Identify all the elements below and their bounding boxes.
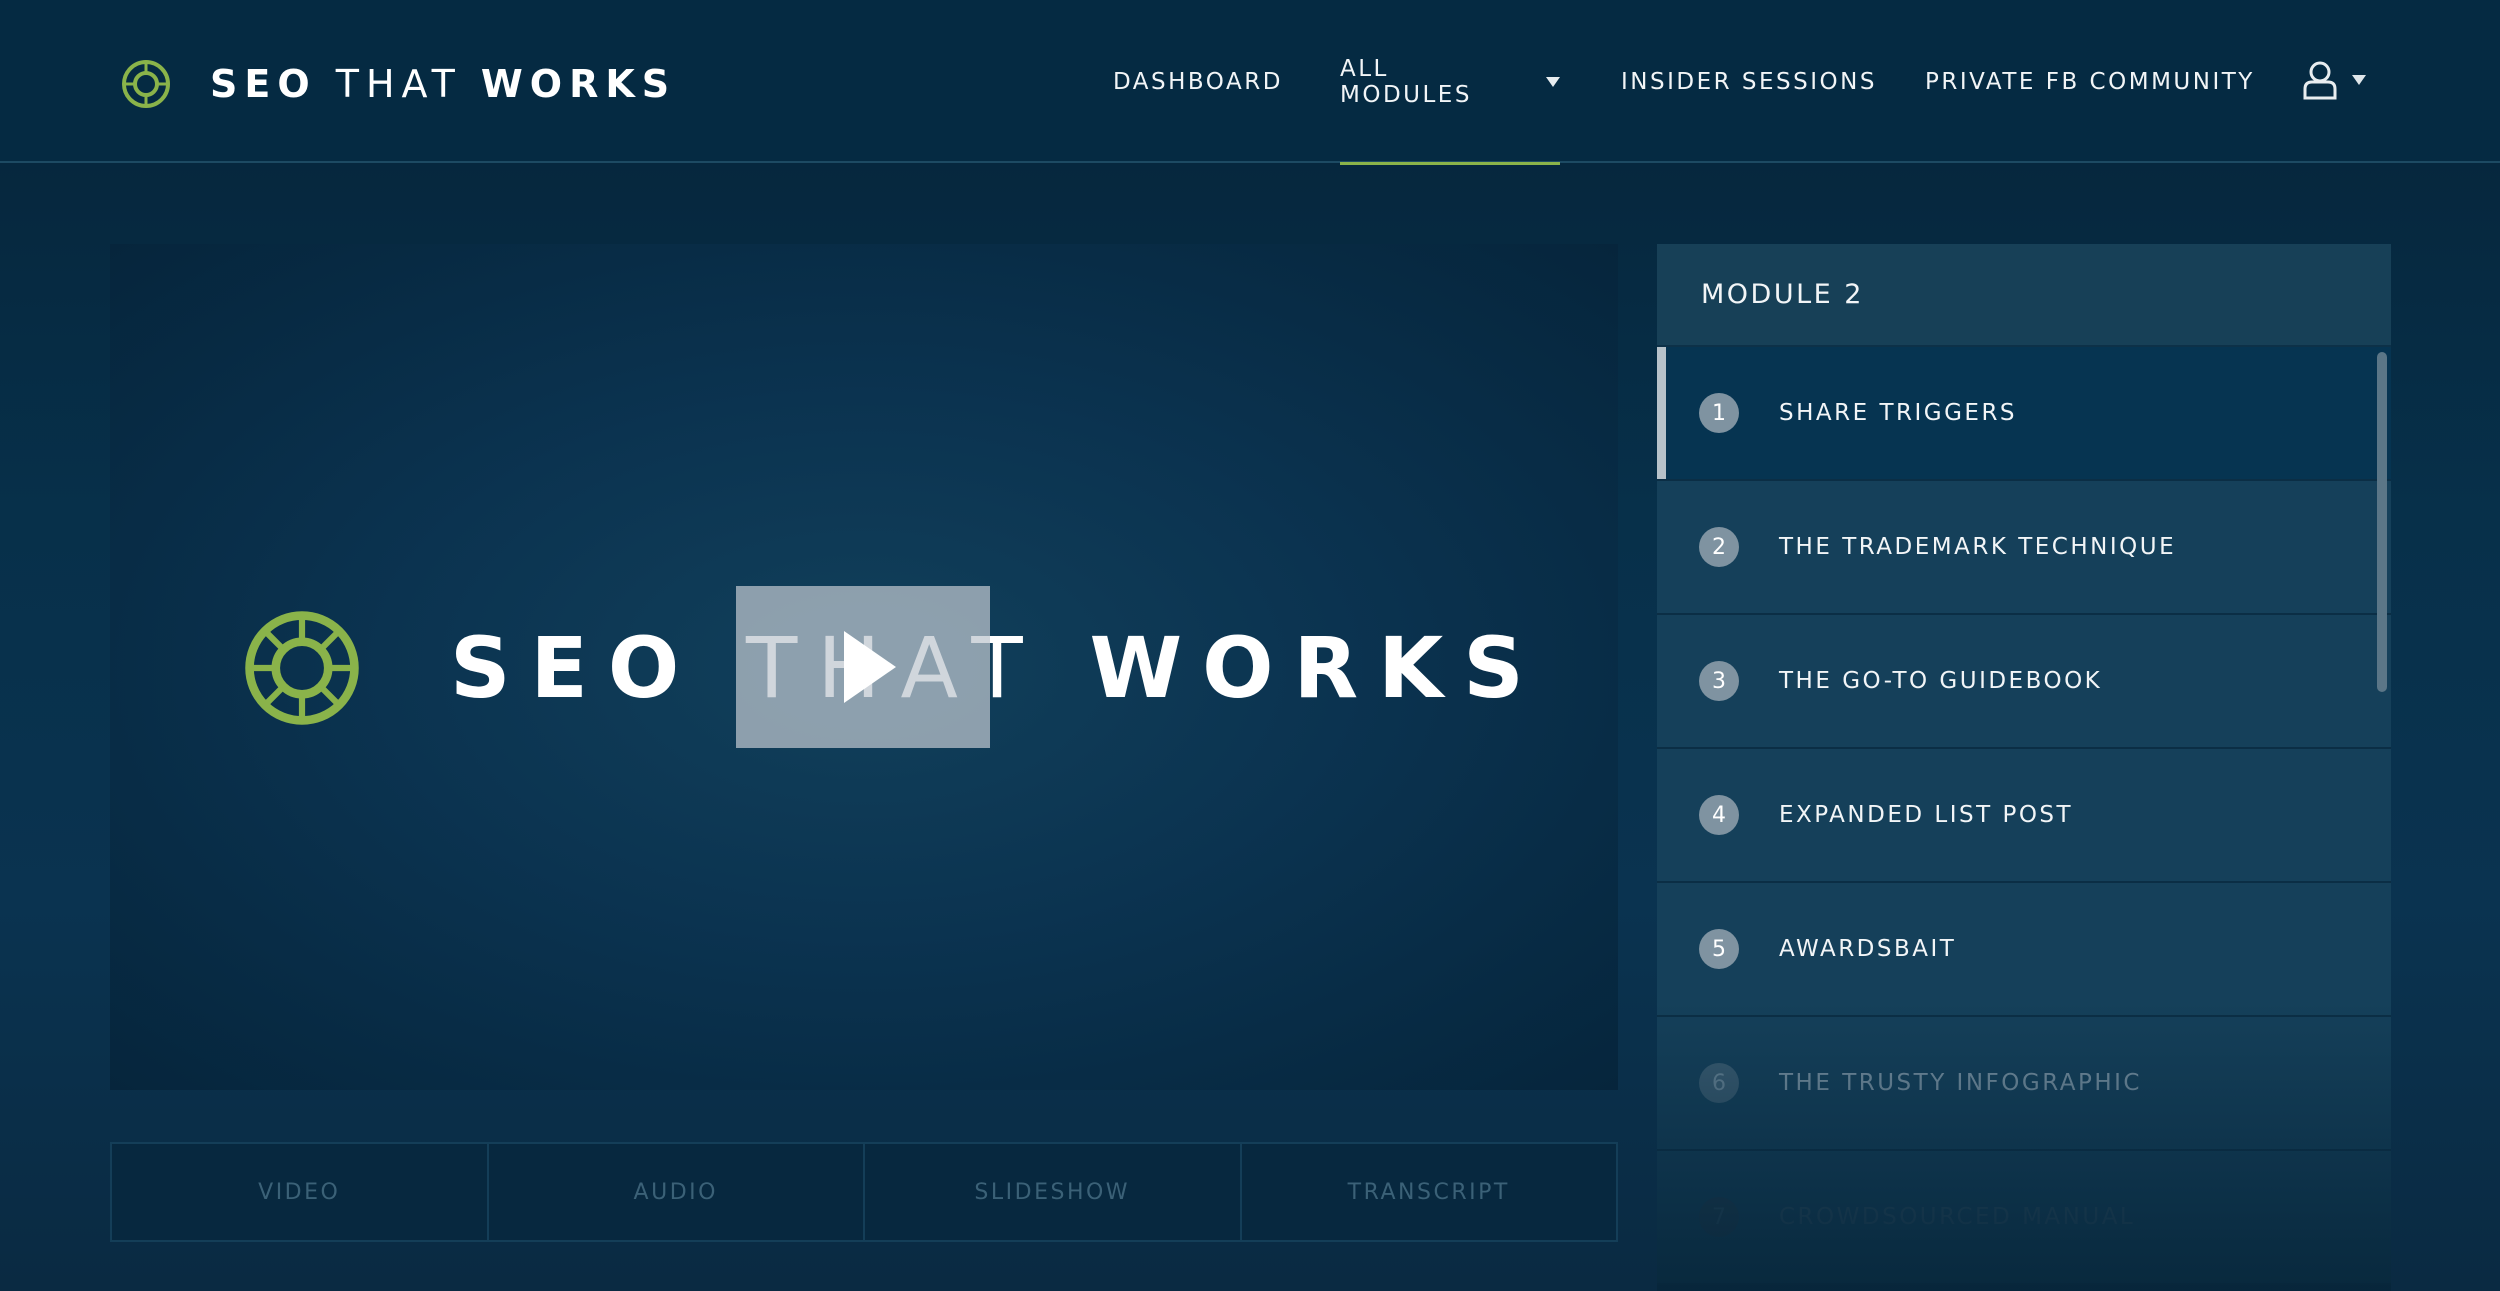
video-poster-title: SEO THAT WORKS <box>450 619 1544 717</box>
logo-word-3: WORKS <box>480 62 677 106</box>
page: SEO THAT WORKS DASHBOARD ALL MODULES INS… <box>0 0 2500 1291</box>
lesson-number: 3 <box>1699 661 1739 701</box>
logo-word-1: SEO <box>210 62 317 106</box>
media-tabs: VIDEO AUDIO SLIDESHOW TRANSCRIPT <box>110 1142 1618 1242</box>
play-button[interactable] <box>736 586 990 748</box>
chevron-down-icon <box>2352 75 2366 85</box>
lesson-item-share-triggers[interactable]: 1 SHARE TRIGGERS <box>1657 347 2391 481</box>
site-logo-text: SEO THAT WORKS <box>210 62 676 106</box>
lesson-title: THE GO-TO GUIDEBOOK <box>1779 668 2103 694</box>
lifebuoy-logo-icon <box>245 611 359 725</box>
lesson-item-crowdsourced-manual[interactable]: 7 CROWDSOURCED MANUAL <box>1657 1151 2391 1285</box>
poster-word-1: SEO <box>450 619 700 717</box>
lesson-item-go-to-guidebook[interactable]: 3 THE GO-TO GUIDEBOOK <box>1657 615 2391 749</box>
nav-all-modules[interactable]: ALL MODULES <box>1340 0 1560 165</box>
sidebar-scrollbar[interactable] <box>2377 352 2387 692</box>
poster-word-3: WORKS <box>1089 619 1544 717</box>
lesson-title: SHARE TRIGGERS <box>1779 400 2018 426</box>
nav-dashboard-label: DASHBOARD <box>1113 68 1283 95</box>
lesson-sidebar: MODULE 2 1 SHARE TRIGGERS 2 THE TRADEMAR… <box>1657 244 2391 1291</box>
top-navbar: SEO THAT WORKS DASHBOARD ALL MODULES INS… <box>0 0 2500 165</box>
nav-all-modules-label: ALL MODULES <box>1340 55 1472 108</box>
tab-video[interactable]: VIDEO <box>112 1144 489 1240</box>
user-icon <box>2303 61 2337 100</box>
lesson-number: 5 <box>1699 929 1739 969</box>
chevron-down-icon <box>1546 76 1560 87</box>
lesson-number: 1 <box>1699 393 1739 433</box>
video-player[interactable]: SEO THAT WORKS <box>110 244 1618 1090</box>
user-menu[interactable] <box>2302 60 2366 100</box>
lesson-title: EXPANDED LIST POST <box>1779 802 2074 828</box>
nav-insider-sessions[interactable]: INSIDER SESSIONS <box>1621 0 1881 163</box>
lesson-item-expanded-list-post[interactable]: 4 EXPANDED LIST POST <box>1657 749 2391 883</box>
nav-dashboard[interactable]: DASHBOARD <box>1113 0 1353 163</box>
lesson-number: 6 <box>1699 1063 1739 1103</box>
nav-private-fb-community[interactable]: PRIVATE FB COMMUNITY <box>1925 0 2265 163</box>
logo-word-2: THAT <box>335 62 462 106</box>
nav-insider-sessions-label: INSIDER SESSIONS <box>1621 68 1877 95</box>
lifebuoy-logo-icon <box>122 60 170 108</box>
lesson-number: 2 <box>1699 527 1739 567</box>
lesson-title: AWARDSBAIT <box>1779 936 1957 962</box>
site-logo[interactable]: SEO THAT WORKS <box>120 58 676 110</box>
lesson-number: 4 <box>1699 795 1739 835</box>
tab-audio[interactable]: AUDIO <box>489 1144 865 1240</box>
lesson-title: THE TRUSTY INFOGRAPHIC <box>1779 1070 2142 1096</box>
sidebar-scrollbar-thumb[interactable] <box>2377 352 2387 692</box>
lesson-title: THE TRADEMARK TECHNIQUE <box>1779 534 2177 560</box>
tab-slideshow[interactable]: SLIDESHOW <box>865 1144 1242 1240</box>
lesson-item-trademark-technique[interactable]: 2 THE TRADEMARK TECHNIQUE <box>1657 481 2391 615</box>
nav-private-fb-community-label: PRIVATE FB COMMUNITY <box>1925 68 2255 95</box>
tab-transcript[interactable]: TRANSCRIPT <box>1242 1144 1617 1240</box>
lesson-number: 7 <box>1699 1197 1739 1237</box>
lesson-item-awardsbait[interactable]: 5 AWARDSBAIT <box>1657 883 2391 1017</box>
lesson-title: CROWDSOURCED MANUAL <box>1779 1204 2136 1230</box>
lesson-item-trusty-infographic[interactable]: 6 THE TRUSTY INFOGRAPHIC <box>1657 1017 2391 1151</box>
module-heading: MODULE 2 <box>1657 244 2391 347</box>
